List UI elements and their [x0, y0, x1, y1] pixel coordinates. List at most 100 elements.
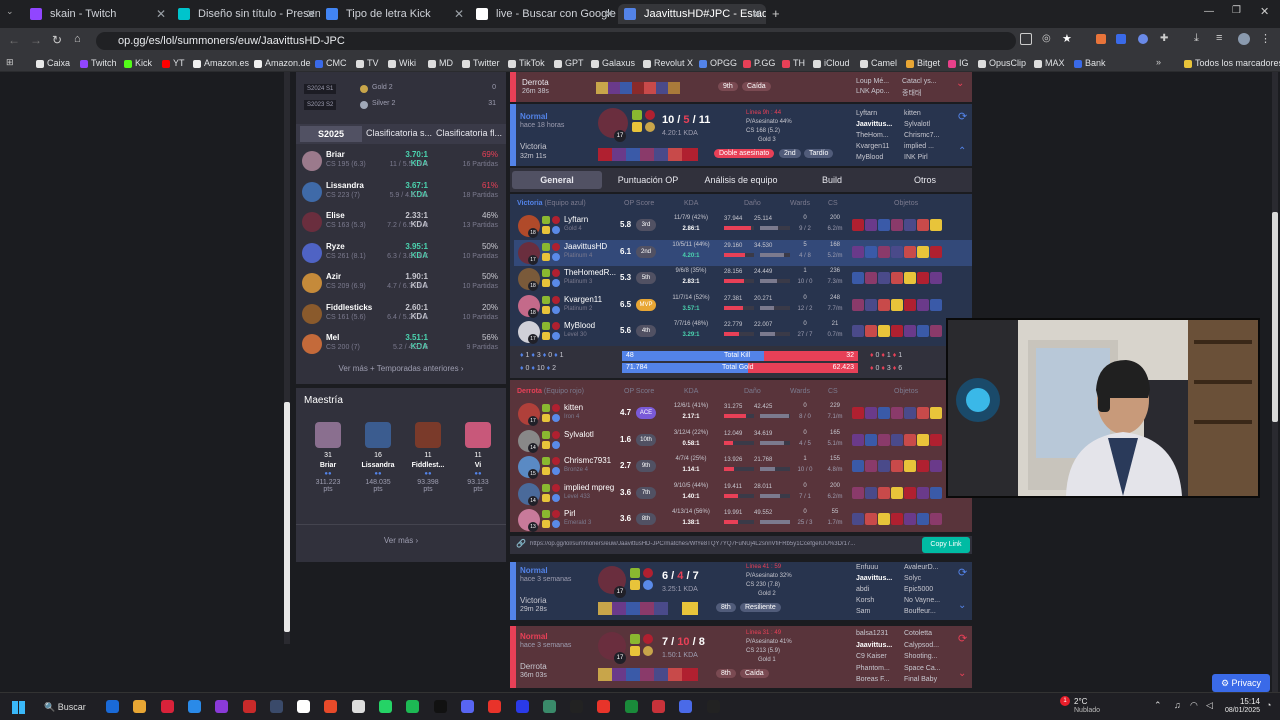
player-row[interactable]: 17 kitten Iron 4 4.7 ACE 12/6/1 (41%) 2.17:1 31… [514, 401, 972, 427]
bookmark[interactable]: MD [428, 56, 453, 70]
participant-name[interactable]: Sylvalotl [904, 121, 930, 128]
privacy-button[interactable]: ⚙ Privacy [1212, 674, 1270, 692]
bookmark[interactable]: P.GG [743, 56, 775, 70]
item-icon[interactable] [930, 407, 942, 419]
bell-icon[interactable]: ◔ [1266, 700, 1271, 710]
player-name[interactable]: LNK Apo... [856, 88, 889, 95]
tab-design[interactable]: Diseño sin título - Presentación✕ [172, 4, 320, 24]
match-card-expanded[interactable]: Normal hace 18 horas Victoria 32m 11s 17… [510, 104, 972, 166]
player-row[interactable]: 17 JaavittusHD Platinum 4 6.1 2nd 10/5/11 (44… [514, 239, 972, 266]
item-icon[interactable] [917, 325, 929, 337]
bookmark[interactable]: IG [948, 56, 969, 70]
match-card[interactable]: Normal hace 3 semanas Victoria 29m 28s 1… [510, 562, 972, 620]
profile-avatar[interactable] [1238, 33, 1250, 45]
item-icon[interactable] [917, 298, 929, 311]
item-icon[interactable] [904, 325, 916, 337]
item-icon[interactable] [930, 433, 942, 446]
player-name[interactable]: JaavittusHD [564, 242, 607, 251]
share-icon[interactable]: ⟳ [958, 632, 967, 645]
item-icon[interactable] [878, 325, 890, 337]
item-icon[interactable] [878, 245, 890, 258]
item-icon[interactable] [852, 407, 864, 419]
bookmark[interactable]: GPT [554, 56, 584, 70]
participant-name[interactable]: Cotoletta [904, 630, 932, 637]
bookmark[interactable]: Camel [860, 56, 897, 70]
windows-start-icon[interactable] [12, 701, 25, 714]
item-icon[interactable] [917, 219, 929, 231]
item-icon[interactable] [852, 513, 864, 525]
item-icon[interactable] [891, 272, 903, 284]
taskbar-app-icon[interactable] [106, 700, 119, 713]
item-icon[interactable] [891, 460, 903, 472]
chevron-down-icon[interactable]: ⌄ [958, 668, 966, 679]
participant-name[interactable]: Kvargen11 [856, 143, 889, 150]
player-row[interactable]: 15 Chrismc7931 Bronze 4 2.7 9th 4/7/4 (25%) 1.… [514, 454, 972, 480]
bookmark[interactable]: Kick [124, 56, 152, 70]
item-icon[interactable] [930, 460, 942, 472]
taskbar-app-icon[interactable] [433, 700, 447, 713]
player-name[interactable]: Catacl ys... [902, 78, 937, 85]
more-mastery-link[interactable]: Ver más › [296, 536, 506, 545]
item-icon[interactable] [865, 433, 877, 446]
mastery-card[interactable]: 11 Fiddlest... ●● 93.398 pts [408, 422, 448, 522]
item-icon[interactable] [865, 486, 877, 499]
taskbar-app-icon[interactable] [515, 700, 529, 713]
minimize-button[interactable]: — [1204, 6, 1214, 17]
tab-others[interactable]: Otros [890, 171, 960, 189]
champion-stat-row[interactable]: Fiddlesticks CS 161 (5.6) 2.60:1 KDA 6.4 / … [296, 299, 506, 330]
copy-link-button[interactable]: Copy Link [922, 537, 970, 553]
participant-name[interactable]: Bouffeur... [904, 608, 936, 615]
item-icon[interactable] [891, 219, 903, 231]
item-icon[interactable] [865, 272, 877, 284]
player-name[interactable]: Kvargen11 [564, 295, 602, 304]
item-icon[interactable] [930, 325, 942, 337]
item-icon[interactable] [865, 325, 877, 337]
item-icon[interactable] [891, 486, 903, 499]
back-icon[interactable]: ← [8, 33, 20, 47]
item-icon[interactable] [865, 245, 877, 258]
item-icon[interactable] [930, 486, 942, 499]
chevron-down-icon[interactable]: ⌄ [956, 78, 964, 89]
player-name[interactable]: kitten [564, 403, 583, 412]
item-icon[interactable] [904, 298, 916, 311]
participant-name[interactable]: Boreas F... [856, 676, 889, 683]
bookmark[interactable]: Twitter [462, 56, 500, 70]
taskbar-app-icon[interactable] [624, 700, 638, 713]
clock-time[interactable]: 15:14 [1226, 697, 1260, 706]
item-icon[interactable] [878, 272, 890, 284]
taskbar-app-icon[interactable] [679, 700, 693, 713]
tab-team-analysis[interactable]: Análisis de equipo [694, 171, 788, 189]
close-icon[interactable]: ✕ [454, 4, 464, 24]
player-row[interactable]: 14 implied mpreg Level 433 3.6 7th 9/10/5 (44… [514, 481, 972, 507]
participant-name[interactable]: No Vayne... [904, 597, 940, 604]
tab-kick-font[interactable]: Tipo de letra Kick ✕ [320, 4, 468, 24]
media-icon[interactable]: ≡ [1216, 32, 1222, 44]
item-icon[interactable] [904, 460, 916, 472]
install-icon[interactable] [1020, 33, 1032, 45]
item-icon[interactable] [904, 486, 916, 499]
close-icon[interactable]: ✕ [752, 4, 762, 24]
tab-menu-button[interactable]: ⌄ [6, 6, 20, 20]
maximize-button[interactable]: ❐ [1232, 5, 1241, 16]
champion-stat-row[interactable]: Elise CS 163 (5.3) 2.33:1 KDA 7.2 / 6.5 / 7… [296, 207, 506, 238]
close-icon[interactable]: ✕ [156, 4, 166, 24]
page-scrollbar[interactable] [1272, 72, 1278, 692]
participant-name[interactable]: Phantom... [856, 665, 890, 672]
participant-name[interactable]: MyBlood [856, 154, 883, 161]
forward-icon[interactable]: → [30, 33, 42, 47]
tab-flex-queue[interactable]: Clasificatoria fl... [436, 128, 504, 138]
bookmark[interactable]: OPGG [699, 56, 737, 70]
item-icon[interactable] [930, 298, 942, 311]
item-icon[interactable] [891, 245, 903, 258]
item-icon[interactable] [891, 513, 903, 525]
taskbar-app-icon[interactable] [269, 700, 283, 713]
scrollbar-thumb[interactable] [284, 402, 290, 632]
item-icon[interactable] [917, 407, 929, 419]
item-icon[interactable] [930, 245, 942, 258]
item-icon[interactable] [891, 433, 903, 446]
item-icon[interactable] [891, 298, 903, 311]
item-icon[interactable] [878, 460, 890, 472]
chevron-right-icon[interactable]: » [1156, 57, 1161, 67]
item-icon[interactable] [878, 219, 890, 231]
taskbar-app-icon[interactable] [488, 700, 502, 713]
